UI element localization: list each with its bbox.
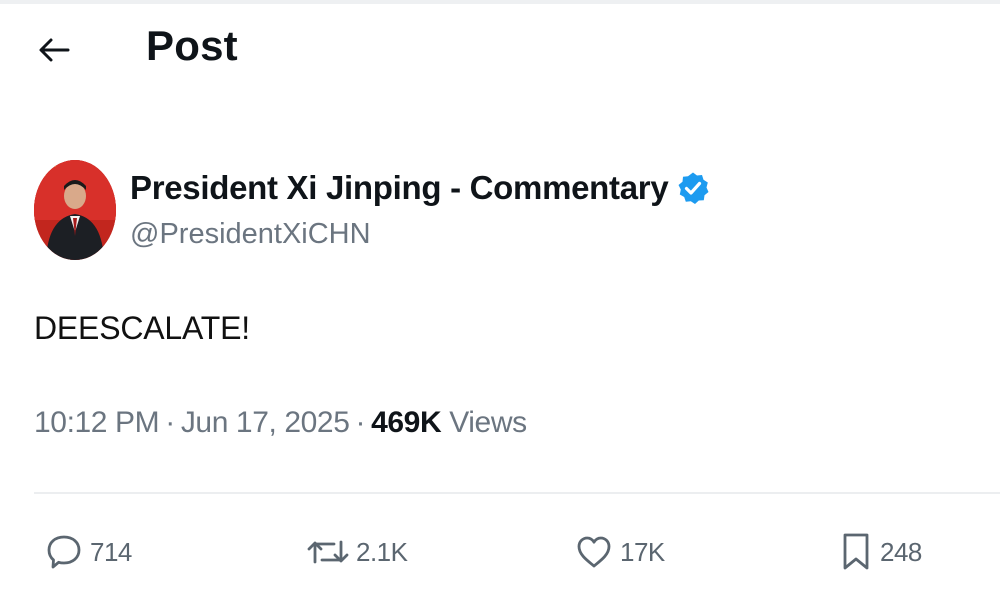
author-display-name[interactable]: President Xi Jinping - Commentary: [130, 169, 669, 207]
author-handle[interactable]: @PresidentXiCHN: [130, 218, 371, 251]
divider: [34, 492, 1000, 494]
meta-separator: ·: [355, 406, 366, 439]
post-date[interactable]: Jun 17, 2025: [181, 406, 350, 440]
repost-arrows-icon: [307, 540, 349, 564]
reply-button[interactable]: 714: [44, 528, 132, 576]
back-button[interactable]: [32, 30, 76, 70]
page-title: Post: [146, 22, 238, 69]
post-time[interactable]: 10:12 PM: [34, 406, 160, 440]
bookmark-count: 248: [880, 536, 922, 567]
bookmark-icon: [843, 533, 869, 570]
meta-separator: ·: [165, 406, 175, 439]
avatar[interactable]: [34, 160, 116, 260]
like-count: 17K: [620, 536, 665, 567]
bookmark-button[interactable]: 248: [838, 528, 922, 576]
verified-badge-icon: [678, 172, 709, 204]
top-edge: [0, 0, 1000, 4]
arrow-left-icon: [39, 38, 70, 62]
views-count: 469K: [371, 406, 442, 439]
post-meta: 10:12 PM · Jun 17, 2025 · 469K Views: [34, 406, 527, 440]
post-text: DEESCALATE!: [34, 310, 250, 346]
speech-bubble-icon: [47, 535, 81, 569]
avatar-image: [34, 160, 116, 260]
repost-button[interactable]: 2.1K: [306, 528, 408, 576]
repost-count: 2.1K: [356, 536, 408, 567]
views-label: Views: [449, 406, 527, 439]
heart-icon: [577, 536, 611, 568]
reply-count: 714: [90, 536, 132, 567]
like-button[interactable]: 17K: [574, 528, 665, 576]
post-detail-page: Post President Xi Jinping - Commentary @…: [0, 0, 1000, 600]
author-name-row: President Xi Jinping - Commentary: [130, 166, 710, 210]
